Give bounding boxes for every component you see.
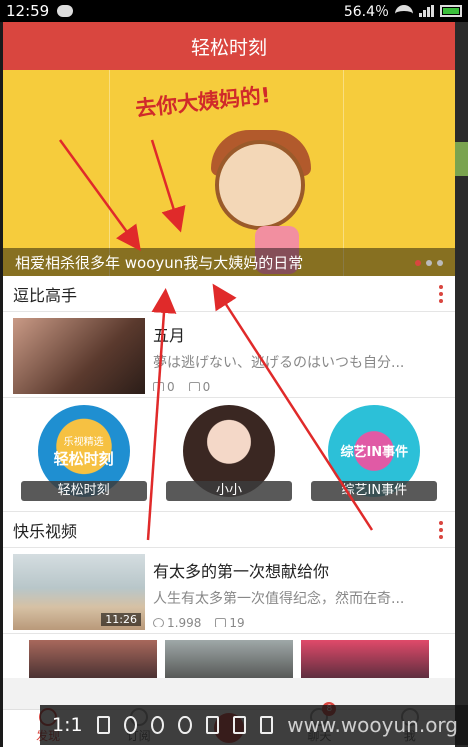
channel-label: 轻松时刻 (20, 480, 147, 501)
zoom-out-icon[interactable] (151, 716, 165, 734)
like-count: 0 (153, 380, 175, 391)
video-thumbnail: 11:26 (13, 554, 145, 630)
video-duration: 11:26 (101, 613, 141, 626)
play-count: 1,998 (153, 616, 201, 627)
comment-icon (188, 382, 200, 391)
app-title: 轻松时刻 (3, 22, 455, 70)
banner[interactable]: 去你大姨妈的! 相爱相杀很多年 wooyun我与大姨妈的日常 (3, 70, 455, 276)
comment-count: 19 (215, 616, 245, 627)
play-icon (153, 618, 164, 627)
fit-icon[interactable] (96, 716, 110, 734)
crop-icon[interactable] (205, 716, 219, 734)
chat-notification-icon (57, 5, 74, 17)
video-thumbnail-row (3, 634, 455, 678)
pager-dot[interactable] (426, 260, 432, 266)
signal-icon (419, 5, 434, 17)
article-thumbnail (13, 318, 145, 394)
status-bar: 12:59 56.4％ (0, 0, 468, 22)
banner-headline: 去你大姨妈的! (134, 82, 272, 122)
video-thumbnail[interactable] (165, 640, 293, 678)
status-time: 12:59 (6, 2, 50, 20)
zoom-actual-size-button[interactable]: 1:1 (52, 714, 83, 736)
channel-item-xiaoxiao[interactable]: 小小 (165, 404, 292, 505)
comment-count: 0 (188, 380, 210, 391)
app-window: 轻松时刻 去你大姨妈的! 相爱相杀很多年 wooyun我与大姨妈的日常 逗比高手… (3, 22, 455, 747)
article-title: 五月 (153, 326, 186, 345)
image-viewer-toolbar: 1:1 www.wooyun.org (40, 705, 468, 745)
more-menu-icon[interactable] (439, 284, 445, 303)
video-title: 有太多的第一次想献给你 (153, 562, 330, 581)
section-header-doubi: 逗比高手 (3, 276, 455, 312)
bookmark-icon[interactable] (232, 716, 246, 734)
video-description: 人生有太多第一次值得纪念，然而在奇... (153, 591, 405, 607)
channel-label: 综艺IN事件 (311, 480, 438, 501)
wifi-icon (395, 5, 413, 17)
banner-illustration-face (215, 140, 305, 230)
article-row[interactable]: 五月 夢は逃げない、逃げるのはいつも自分... 0 0 (3, 312, 455, 398)
channel-item-zongyi[interactable]: 综艺IN事件 综艺IN事件 (311, 404, 438, 505)
watermark: www.wooyun.org (287, 713, 458, 737)
channel-item-qingsong[interactable]: 乐视精选 轻松时刻 轻松时刻 (20, 404, 147, 505)
battery-percent: 56.4％ (343, 4, 389, 20)
video-thumbnail[interactable] (29, 640, 157, 678)
video-thumbnail[interactable] (301, 640, 429, 678)
section-header-video: 快乐视频 (3, 512, 455, 548)
more-menu-icon[interactable] (439, 520, 445, 539)
battery-icon (440, 5, 462, 17)
video-row[interactable]: 11:26 有太多的第一次想献给你 人生有太多第一次值得纪念，然而在奇... 1… (3, 548, 455, 634)
background-app-strip (455, 22, 468, 747)
pager-dot[interactable] (437, 260, 443, 266)
like-icon (153, 382, 164, 391)
section-title: 快乐视频 (13, 521, 78, 541)
pager-dot[interactable] (415, 260, 421, 266)
comment-icon (215, 618, 227, 627)
banner-pager-dots[interactable] (415, 260, 443, 266)
copy-icon[interactable] (259, 716, 274, 734)
status-right-group: 56.4％ (344, 1, 462, 21)
channel-list: 乐视精选 轻松时刻 轻松时刻 小小 综艺IN事件 综艺IN事件 (3, 398, 455, 512)
section-title: 逗比高手 (13, 285, 78, 305)
rotate-icon[interactable] (178, 716, 192, 734)
article-description: 夢は逃げない、逃げるのはいつも自分... (153, 355, 405, 371)
zoom-in-icon[interactable] (123, 716, 138, 734)
channel-label: 小小 (165, 480, 292, 501)
banner-caption: 相爱相杀很多年 wooyun我与大姨妈的日常 (3, 248, 455, 276)
